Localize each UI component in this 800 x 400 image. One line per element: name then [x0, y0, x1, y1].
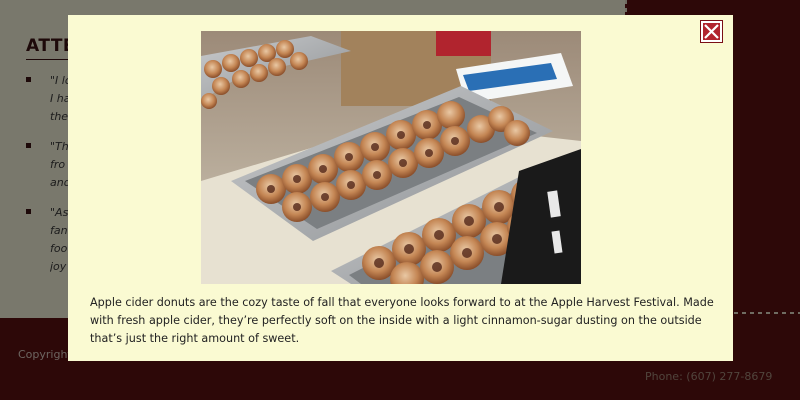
donuts-photo: [201, 31, 581, 284]
close-icon: [704, 24, 719, 39]
image-caption: Apple cider donuts are the cozy taste of…: [90, 296, 714, 345]
close-button[interactable]: [700, 20, 723, 43]
lightbox-modal: Apple cider donuts are the cozy taste of…: [68, 15, 733, 361]
